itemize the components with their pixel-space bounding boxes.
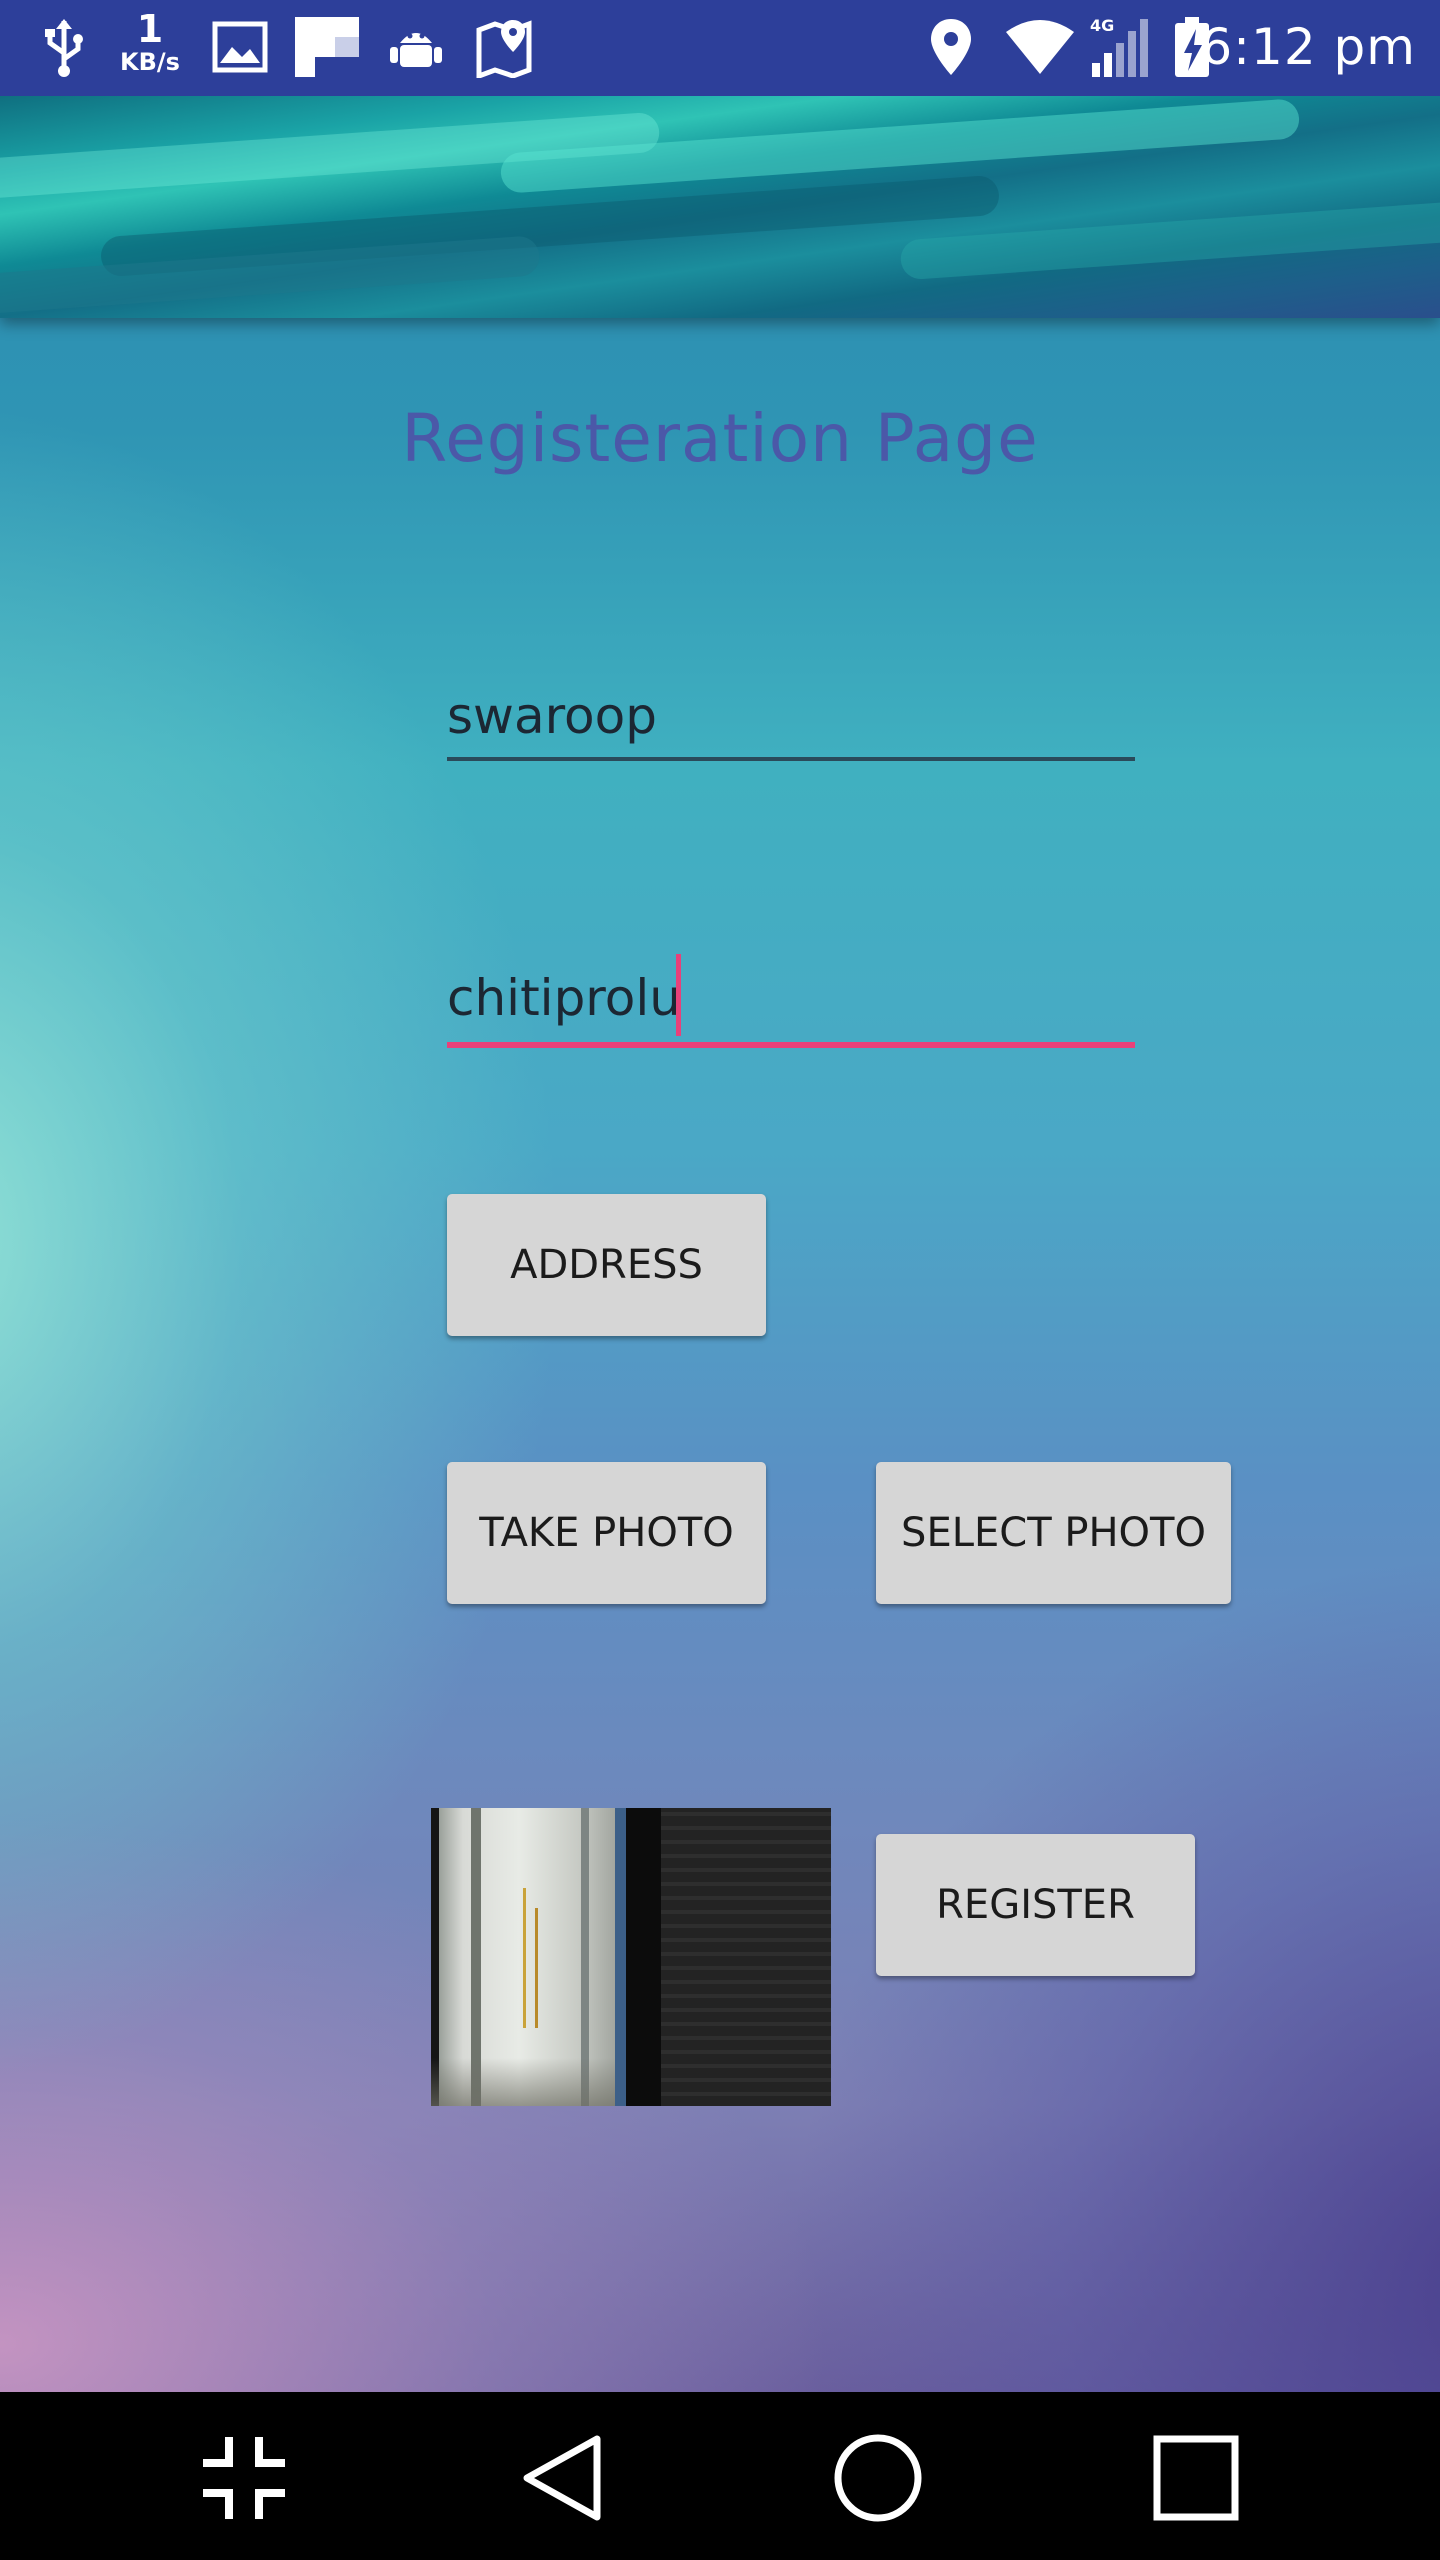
wifi-icon	[1004, 14, 1076, 80]
home-icon[interactable]	[828, 2428, 928, 2528]
network-speed-unit: KB/s	[120, 48, 180, 76]
clock: 6:12 pm	[1200, 18, 1416, 76]
first-name-input[interactable]	[447, 676, 1135, 756]
take-photo-button[interactable]: TAKE PHOTO	[447, 1462, 766, 1604]
flipboard-icon	[292, 14, 362, 80]
text-cursor	[676, 954, 681, 1036]
photo-preview	[431, 1808, 831, 2106]
back-icon[interactable]	[512, 2428, 612, 2528]
address-button[interactable]: ADDRESS	[447, 1194, 766, 1336]
navigation-bar	[0, 2392, 1440, 2560]
select-photo-button[interactable]: SELECT PHOTO	[876, 1462, 1231, 1604]
gallery-icon	[210, 14, 270, 80]
header-banner	[0, 96, 1440, 318]
usb-icon	[38, 14, 90, 80]
network-speed: 1 KB/s	[112, 10, 188, 74]
last-name-underline	[447, 1042, 1135, 1048]
signal-icon: 4G	[1088, 14, 1152, 80]
first-name-underline	[447, 757, 1135, 761]
collapse-icon[interactable]	[194, 2428, 294, 2528]
page-title: Registeration Page	[401, 400, 1039, 477]
status-bar: 1 KB/s 4G 6:12 pm	[0, 0, 1440, 96]
location-icon	[926, 14, 976, 80]
maps-icon	[474, 14, 534, 80]
android-debug-icon	[386, 14, 446, 80]
last-name-input[interactable]	[447, 958, 1135, 1038]
register-button[interactable]: REGISTER	[876, 1834, 1195, 1976]
network-type-label: 4G	[1090, 16, 1114, 35]
network-speed-value: 1	[136, 7, 164, 51]
recents-icon[interactable]	[1146, 2428, 1246, 2528]
